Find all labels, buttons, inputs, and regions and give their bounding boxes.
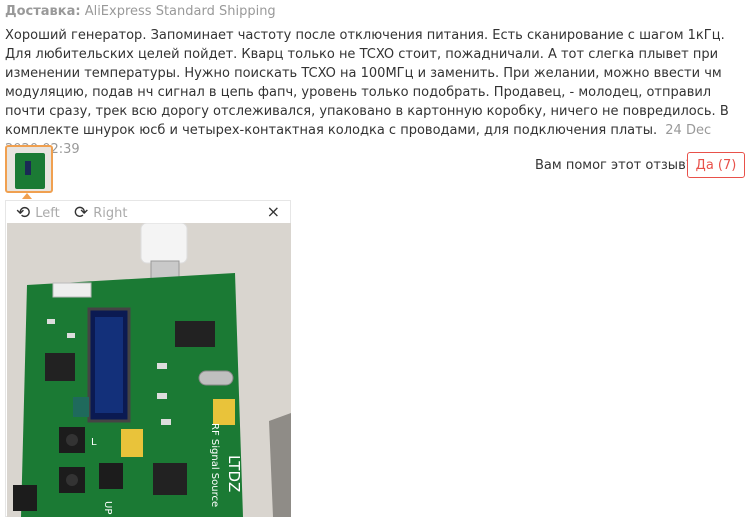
rotate-left-label: Left — [35, 205, 60, 221]
smd-1 — [157, 363, 167, 369]
viewer-toolbar: ⟲ Left ⟳ Right × — [6, 201, 290, 223]
ic-chip — [175, 321, 215, 347]
button-up-text: UP — [102, 501, 113, 514]
helpful-yes-button[interactable]: Да (7) — [687, 152, 745, 178]
teal-component — [73, 397, 89, 417]
smd-4 — [47, 319, 55, 324]
rotate-right-icon: ⟳ — [74, 203, 89, 223]
board-model-text: LTDZ — [225, 455, 243, 492]
button-l-cap — [66, 434, 78, 446]
rotate-right-button[interactable]: ⟳ Right — [74, 203, 127, 223]
rotate-left-button[interactable]: ⟲ Left — [16, 203, 60, 223]
shipping-method: AliExpress Standard Shipping — [84, 4, 276, 19]
tantalum-cap-1 — [121, 429, 143, 457]
board-photo-svg: LTDZ RF Signal Source L UP — [7, 223, 291, 517]
button-l-text: L — [91, 437, 97, 448]
review-photo: LTDZ RF Signal Source L UP — [7, 223, 291, 517]
crystal — [198, 370, 234, 386]
smd-2 — [157, 393, 167, 399]
oled-glass — [95, 317, 123, 413]
review-body: Хороший генератор. Запоминает частоту по… — [5, 28, 729, 138]
usb-cable — [140, 223, 188, 264]
smd-3 — [161, 419, 171, 425]
button-2-cap — [66, 474, 78, 486]
mcu-chip — [45, 353, 75, 381]
pin-header — [52, 282, 92, 298]
rotate-right-label: Right — [93, 205, 128, 221]
tantalum-cap-2 — [213, 399, 235, 425]
helpful-question: Вам помог этот отзыв? — [535, 158, 693, 173]
button-3 — [13, 485, 37, 511]
photo-viewer: ⟲ Left ⟳ Right × LTDZ RF Signal Source L… — [5, 200, 291, 517]
pll-chip — [153, 463, 187, 495]
thumbnail-screen — [25, 161, 31, 175]
shipping-label: Доставка: — [5, 4, 81, 19]
review-photo-thumbnail[interactable] — [5, 145, 53, 193]
board-name-text: RF Signal Source — [209, 423, 220, 507]
smd-5 — [67, 333, 75, 338]
thumbnail-pointer — [22, 193, 32, 199]
button-up — [99, 463, 123, 489]
rotate-left-icon: ⟲ — [16, 203, 31, 223]
review-text: Хороший генератор. Запоминает частоту по… — [5, 26, 741, 159]
shipping-info: Доставка: AliExpress Standard Shipping — [5, 4, 276, 19]
close-icon[interactable]: × — [267, 202, 280, 221]
